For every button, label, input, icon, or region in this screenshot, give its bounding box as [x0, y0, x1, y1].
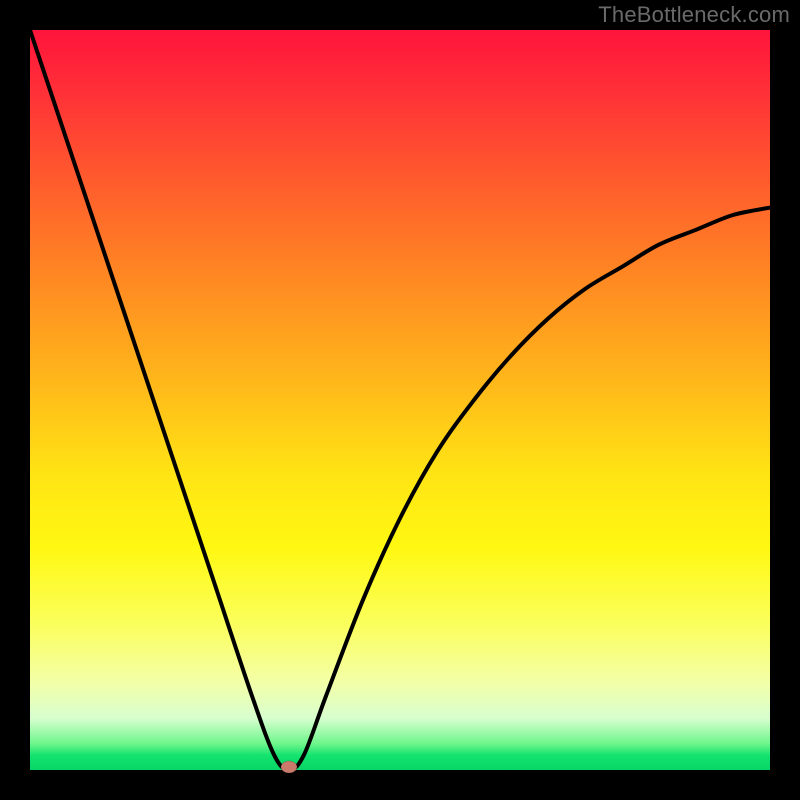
curve-path — [30, 30, 770, 770]
minimum-marker — [281, 761, 297, 773]
watermark-text: TheBottleneck.com — [598, 2, 790, 28]
chart-frame: TheBottleneck.com — [0, 0, 800, 800]
plot-area — [30, 30, 770, 770]
bottleneck-curve — [30, 30, 770, 770]
